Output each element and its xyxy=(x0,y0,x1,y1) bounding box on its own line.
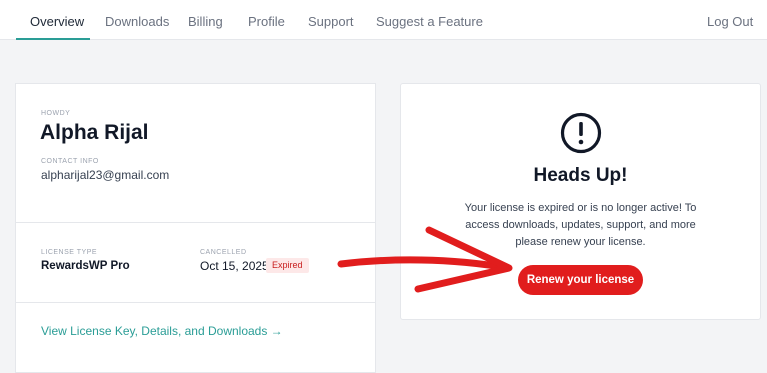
status-badge: Expired xyxy=(266,258,309,273)
alert-message-line: please renew your license. xyxy=(515,236,646,248)
tab-overview[interactable]: Overview xyxy=(30,0,84,40)
contact-info-label: CONTACT INFO xyxy=(41,158,99,165)
view-license-link[interactable]: View License Key, Details, and Downloads… xyxy=(41,324,283,338)
exclamation-circle-icon xyxy=(560,112,602,154)
contact-email: alpharijal23@gmail.com xyxy=(41,168,170,182)
tab-support[interactable]: Support xyxy=(308,0,354,40)
active-tab-indicator xyxy=(16,38,90,40)
tab-billing[interactable]: Billing xyxy=(188,0,223,40)
account-name: Alpha Rijal xyxy=(40,121,149,144)
card-divider xyxy=(16,302,375,303)
alert-title: Heads Up! xyxy=(533,165,628,186)
tab-downloads[interactable]: Downloads xyxy=(105,0,169,40)
top-navigation: Overview Downloads Billing Profile Suppo… xyxy=(0,0,767,40)
tab-suggest-feature[interactable]: Suggest a Feature xyxy=(376,0,483,40)
tab-profile[interactable]: Profile xyxy=(248,0,285,40)
howdy-label: HOWDY xyxy=(41,110,71,117)
card-divider xyxy=(16,222,375,223)
renew-license-button[interactable]: Renew your license xyxy=(518,265,643,295)
license-type-label: LICENSE TYPE xyxy=(41,249,98,256)
alert-message-line: Your license is expired or is no longer … xyxy=(464,202,697,214)
license-cancel-date: Oct 15, 2025 xyxy=(200,259,269,273)
license-type-value: RewardsWP Pro xyxy=(41,260,130,272)
alert-message-line: access downloads, updates, support, and … xyxy=(465,219,696,231)
account-card: HOWDY Alpha Rijal CONTACT INFO alpharija… xyxy=(15,83,376,373)
license-status-label: CANCELLED xyxy=(200,249,247,256)
logout-link[interactable]: Log Out xyxy=(707,0,753,40)
